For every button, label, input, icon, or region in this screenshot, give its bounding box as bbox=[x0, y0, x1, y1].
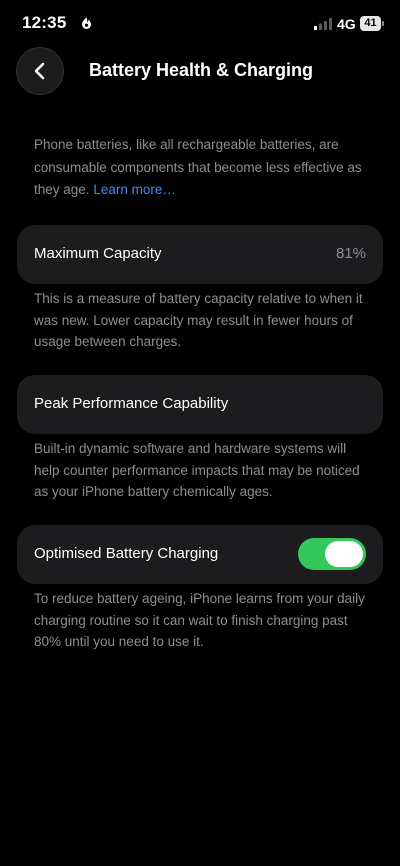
optimised-charging-row: Optimised Battery Charging bbox=[17, 525, 383, 584]
peak-performance-row[interactable]: Peak Performance Capability bbox=[17, 375, 383, 434]
toggle-knob bbox=[325, 541, 363, 567]
cellular-signal-icon bbox=[314, 18, 332, 30]
back-button[interactable] bbox=[16, 47, 64, 95]
optimised-charging-footnote: To reduce battery ageing, iPhone learns … bbox=[34, 591, 365, 649]
maximum-capacity-row: Maximum Capacity 81% bbox=[17, 225, 383, 284]
optimised-charging-toggle[interactable] bbox=[298, 538, 366, 570]
page-title: Battery Health & Charging bbox=[89, 60, 314, 80]
chevron-left-icon bbox=[34, 62, 45, 80]
peak-performance-footnote: Built-in dynamic software and hardware s… bbox=[34, 441, 360, 499]
status-bar: 12:35 4G 41 bbox=[0, 0, 400, 50]
status-time: 12:35 bbox=[22, 13, 67, 32]
intro-text: Phone batteries, like all rechargeable b… bbox=[34, 137, 362, 197]
intro-description: Phone batteries, like all rechargeable b… bbox=[34, 134, 374, 202]
maximum-capacity-value: 81% bbox=[335, 245, 366, 262]
learn-more-link[interactable]: Learn more… bbox=[93, 182, 176, 197]
focus-mode-icon bbox=[82, 17, 91, 29]
optimised-charging-label: Optimised Battery Charging bbox=[34, 545, 219, 562]
maximum-capacity-label: Maximum Capacity bbox=[34, 245, 162, 262]
battery-icon: 41 bbox=[360, 16, 384, 31]
peak-performance-label: Peak Performance Capability bbox=[34, 395, 229, 412]
network-type-label: 4G bbox=[337, 16, 356, 32]
battery-level: 41 bbox=[360, 16, 381, 31]
maximum-capacity-footnote: This is a measure of battery capacity re… bbox=[34, 291, 363, 349]
